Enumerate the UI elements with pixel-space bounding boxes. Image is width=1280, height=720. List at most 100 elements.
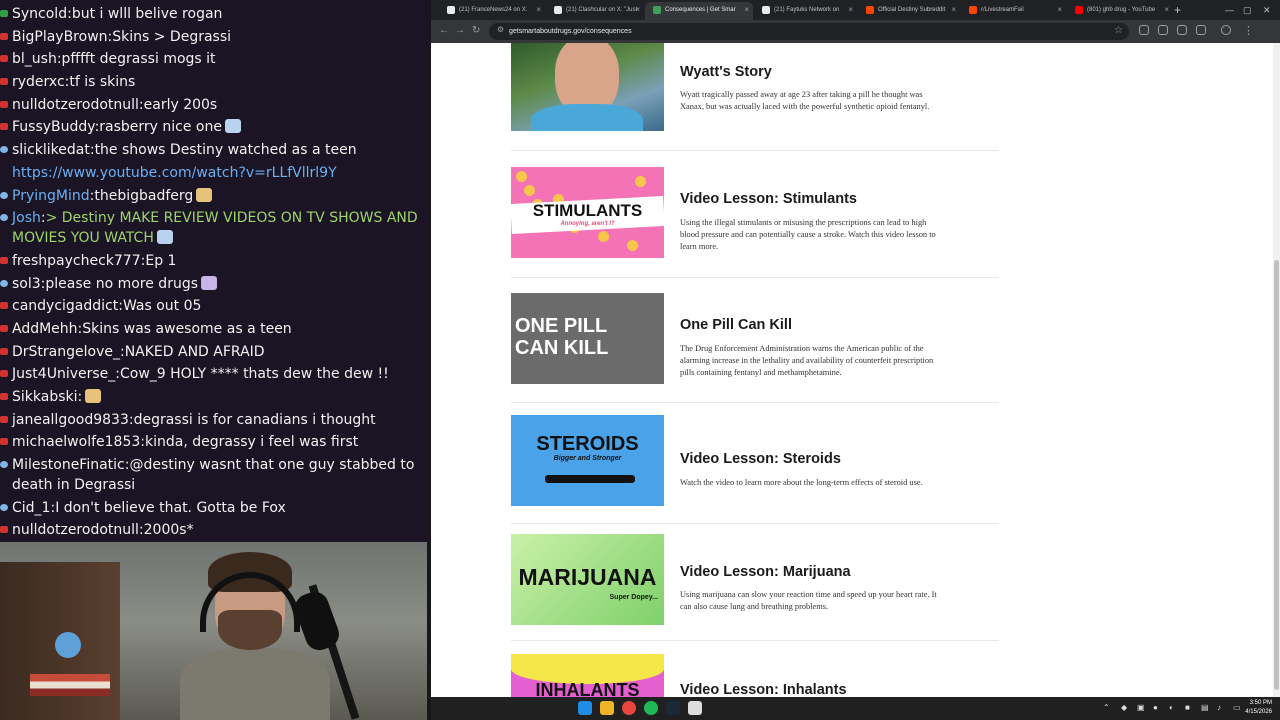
card-thumbnail[interactable]: ONE PILL CAN KILL: [511, 293, 664, 384]
card-thumbnail[interactable]: [511, 43, 664, 131]
user-badge-icon[interactable]: [0, 393, 8, 400]
tab-close-icon[interactable]: ×: [744, 2, 749, 18]
chat-username[interactable]: Just4Universe_: [12, 366, 115, 382]
chat-emote-icon[interactable]: [85, 389, 102, 403]
kebab-menu-icon[interactable]: ⋮: [1243, 23, 1254, 39]
chat-username[interactable]: PryingMind: [12, 188, 90, 204]
chat-username[interactable]: BigPlayBrown: [12, 29, 108, 45]
chat-username[interactable]: Syncold: [12, 6, 67, 22]
chat-username[interactable]: Josh: [12, 210, 41, 226]
card-thumbnail[interactable]: STEROIDS Bigger and Stronger: [511, 415, 664, 506]
card-thumbnail[interactable]: MARIJUANA Super Dopey...: [511, 534, 664, 625]
browser-tab[interactable]: r/LivestreamFail ×: [961, 2, 1066, 20]
chat-username[interactable]: janeallgood9833: [12, 412, 129, 428]
extension-icon[interactable]: [1158, 25, 1168, 35]
forward-arrow-icon[interactable]: →: [455, 23, 465, 39]
tray-app-icon[interactable]: ●: [1153, 702, 1158, 714]
browser-tab[interactable]: (21) FranceNews24 on X: ×: [439, 2, 545, 20]
browser-tab[interactable]: (21) Faytuks Network on ×: [754, 2, 857, 20]
chat-username[interactable]: Cid_1: [12, 500, 50, 516]
tab-close-icon[interactable]: ×: [951, 2, 956, 18]
user-badge-icon[interactable]: [0, 123, 8, 131]
card-thumbnail[interactable]: INHALANTS: [511, 654, 664, 697]
card-title[interactable]: Video Lesson: Steroids: [680, 451, 841, 467]
chat-emote-icon[interactable]: [196, 187, 213, 202]
tray-app-icon[interactable]: ◐: [1169, 702, 1174, 714]
card-thumbnail[interactable]: STIMULANTS Annoying, aren't I?: [511, 167, 664, 258]
back-arrow-icon[interactable]: ←: [439, 23, 449, 39]
profile-avatar-icon[interactable]: [1221, 25, 1231, 35]
user-badge-icon[interactable]: [0, 10, 8, 17]
user-badge-icon[interactable]: [0, 279, 8, 287]
chat-username[interactable]: ryderxc: [12, 74, 65, 90]
user-badge-icon[interactable]: [0, 146, 8, 154]
browser-tab[interactable]: Official Destiny Subreddit ×: [858, 2, 960, 20]
network-icon[interactable]: ▤: [1201, 702, 1209, 714]
chrome-icon[interactable]: [622, 701, 636, 715]
chat-username[interactable]: FussyBuddy: [12, 119, 95, 135]
bookmark-star-icon[interactable]: ☆: [1114, 23, 1123, 39]
tab-close-icon[interactable]: ×: [848, 2, 853, 18]
chat-username[interactable]: MilestoneFinatic: [12, 457, 125, 473]
chat-link[interactable]: https://www.youtube.com/watch?v=rLLfVllr…: [12, 165, 337, 181]
chat-username[interactable]: freshpaycheck777: [12, 253, 141, 269]
tab-close-icon[interactable]: ×: [1057, 2, 1062, 18]
user-badge-icon[interactable]: [0, 526, 8, 534]
tray-app-icon[interactable]: ◆: [1121, 702, 1127, 714]
spotify-icon[interactable]: [644, 701, 658, 715]
chat-username[interactable]: Sikkabski: [12, 389, 78, 405]
card-title[interactable]: One Pill Can Kill: [680, 317, 792, 333]
card-title[interactable]: Video Lesson: Stimulants: [680, 191, 857, 207]
chat-emote-icon[interactable]: [225, 119, 241, 134]
tab-close-icon[interactable]: ×: [635, 2, 640, 18]
minimize-icon[interactable]: —: [1225, 0, 1234, 20]
user-badge-icon[interactable]: [0, 55, 8, 63]
windows-start-icon[interactable]: [578, 701, 592, 715]
card-title[interactable]: Wyatt's Story: [680, 64, 772, 80]
user-badge-icon[interactable]: [0, 438, 8, 446]
extension-icon[interactable]: [1139, 25, 1149, 35]
chat-username[interactable]: bl_ush: [12, 51, 57, 67]
browser-tab[interactable]: (801) ghb drug - YouTube ×: [1067, 2, 1173, 20]
maximize-icon[interactable]: ▢: [1243, 0, 1252, 20]
obs-icon[interactable]: [688, 701, 702, 715]
volume-icon[interactable]: ♪: [1217, 702, 1221, 714]
tray-chevron-icon[interactable]: ⌃: [1103, 702, 1110, 714]
reload-icon[interactable]: ↻: [472, 23, 480, 39]
tab-close-icon[interactable]: ×: [1164, 2, 1169, 18]
window-close-icon[interactable]: ✕: [1263, 0, 1271, 20]
user-badge-icon[interactable]: [0, 214, 8, 222]
downloads-icon[interactable]: [1196, 25, 1206, 35]
user-badge-icon[interactable]: [0, 324, 8, 332]
browser-tab[interactable]: (21) Clashcular on X: "Just ×: [546, 2, 644, 20]
user-badge-icon[interactable]: [0, 461, 8, 469]
user-badge-icon[interactable]: [0, 256, 8, 264]
browser-tab[interactable]: Consequences | Get Smar ×: [645, 2, 753, 20]
chat-username[interactable]: nulldotzerodotnull: [12, 97, 139, 113]
user-badge-icon[interactable]: [0, 78, 8, 86]
chat-username[interactable]: sol3: [12, 276, 41, 292]
chat-username[interactable]: nulldotzerodotnull: [12, 522, 139, 538]
user-badge-icon[interactable]: [0, 503, 8, 511]
tray-app-icon[interactable]: ■: [1185, 702, 1190, 714]
user-badge-icon[interactable]: [0, 347, 8, 355]
card-title[interactable]: Video Lesson: Inhalants: [680, 682, 847, 697]
chat-username[interactable]: candycigaddict: [12, 298, 118, 314]
user-badge-icon[interactable]: [0, 100, 8, 108]
user-badge-icon[interactable]: [0, 32, 8, 40]
tray-app-icon[interactable]: ▣: [1137, 702, 1145, 714]
user-badge-icon[interactable]: [0, 370, 8, 378]
battery-icon[interactable]: ▭: [1233, 702, 1241, 714]
chat-username[interactable]: slicklikedat: [12, 142, 90, 158]
file-explorer-icon[interactable]: [600, 701, 614, 715]
chat-username[interactable]: DrStrangelove_: [12, 344, 120, 360]
tab-close-icon[interactable]: ×: [536, 2, 541, 18]
user-badge-icon[interactable]: [0, 415, 8, 423]
new-tab-plus-icon[interactable]: +: [1174, 1, 1181, 19]
user-badge-icon[interactable]: [0, 302, 8, 310]
chat-username[interactable]: michaelwolfe1853: [12, 434, 140, 450]
scrollbar-thumb[interactable]: [1274, 260, 1279, 690]
extensions-puzzle-icon[interactable]: [1177, 25, 1187, 35]
user-badge-icon[interactable]: [0, 191, 8, 199]
chat-emote-icon[interactable]: [156, 230, 173, 245]
